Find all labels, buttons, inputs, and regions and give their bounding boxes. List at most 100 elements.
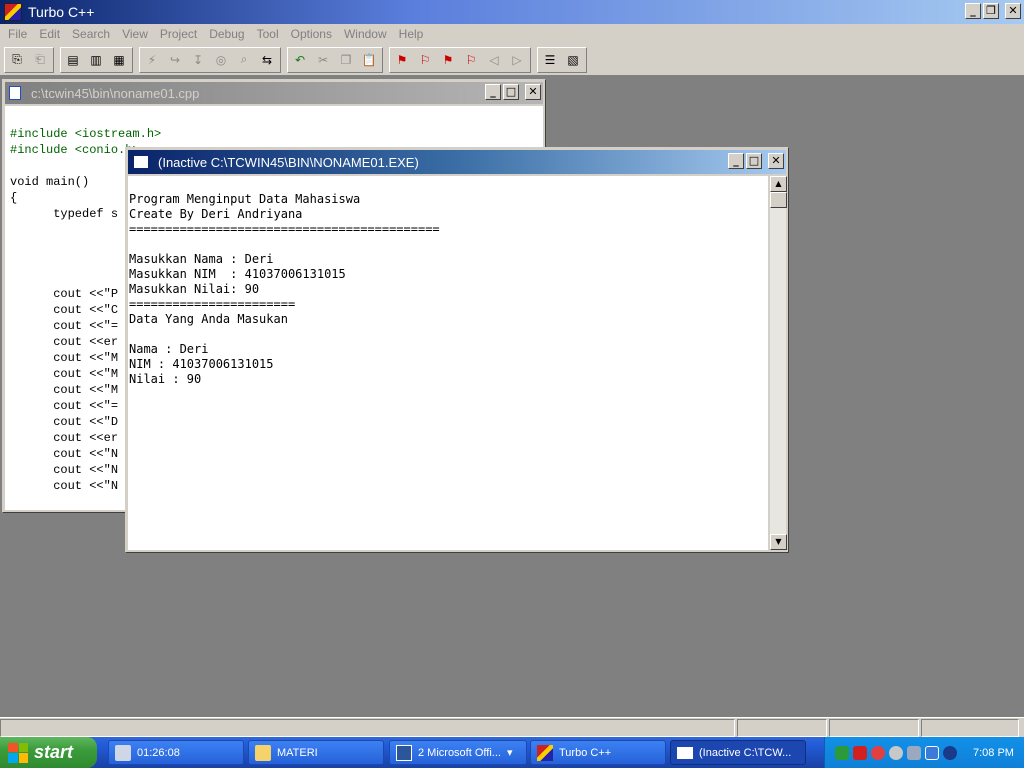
console-line: NIM : 41037006131015	[129, 357, 274, 371]
scroll-thumb[interactable]	[770, 192, 787, 208]
menu-tool[interactable]: Tool	[251, 27, 285, 41]
media-icon[interactable]	[943, 745, 957, 760]
chevron-down-icon: ▾	[506, 747, 513, 759]
console-line: Data Yang Anda Masukan	[129, 312, 288, 326]
editor-minimize-button[interactable]: _	[485, 84, 501, 100]
clock-icon	[115, 744, 131, 761]
console-maximize-button[interactable]: □	[746, 153, 762, 169]
task-label: 2 Microsoft Offi...	[418, 746, 501, 759]
console-close-button[interactable]: ✕	[768, 153, 784, 169]
toolbar-debug-group: ⚡ ↪ ↧ ◎ ⌕ ⇆	[139, 46, 281, 73]
task-materi[interactable]: MATERI	[248, 740, 384, 765]
mdi-workspace: c:\tcwin45\bin\noname01.cpp _ □ ✕ #inclu…	[0, 77, 1024, 717]
toolbar-edit-group: ↶ ✂ ❐ 📋	[287, 46, 383, 73]
watch-icon[interactable]: ⇆	[256, 49, 278, 71]
console-minimize-button[interactable]: _	[728, 153, 744, 169]
word-icon	[396, 744, 412, 761]
menu-view[interactable]: View	[116, 27, 154, 41]
editor-close-button[interactable]: ✕	[525, 84, 541, 100]
task-label: 01:26:08	[137, 746, 180, 759]
trace-into-icon[interactable]: ↧	[187, 49, 209, 71]
menu-options[interactable]: Options	[285, 27, 338, 41]
start-button[interactable]: start	[0, 737, 97, 768]
start-label: start	[34, 742, 74, 762]
project-window-icon[interactable]: ▧	[562, 49, 584, 71]
editor-maximize-button[interactable]: □	[503, 84, 519, 100]
menu-help[interactable]: Help	[393, 27, 430, 41]
previous-icon[interactable]: ◁	[483, 49, 505, 71]
app-titlebar: Turbo C++ _ ❐ ✕	[0, 0, 1024, 24]
undo-icon[interactable]: ↶	[289, 49, 311, 71]
replace-icon[interactable]: ⚐	[414, 49, 436, 71]
system-tray: 7:08 PM	[824, 737, 1024, 768]
console-line: Masukkan Nilai: 90	[129, 282, 260, 296]
windows-logo-icon	[8, 742, 28, 763]
menu-project[interactable]: Project	[154, 27, 203, 41]
breakpoint-icon[interactable]: ◎	[210, 49, 232, 71]
search-again-icon[interactable]: ⚑	[437, 49, 459, 71]
save-project-icon[interactable]: ⎗	[29, 49, 51, 71]
status-pane	[737, 719, 827, 737]
console-line: ========================================…	[129, 222, 440, 236]
folder-icon	[255, 744, 271, 761]
cut-icon[interactable]: ✂	[312, 49, 334, 71]
menu-search[interactable]: Search	[66, 27, 116, 41]
console-vertical-scrollbar[interactable]: ▲ ▼	[769, 176, 787, 550]
console-title: (Inactive C:\TCWIN45\BIN\NONAME01.EXE)	[158, 154, 419, 170]
run-icon[interactable]: ⚡	[141, 49, 163, 71]
console-line: Program Menginput Data Mahasiswa	[129, 192, 361, 206]
console-output: Program Menginput Data Mahasiswa Create B…	[128, 176, 768, 550]
console-titlebar[interactable]: (Inactive C:\TCWIN45\BIN\NONAME01.EXE) _…	[128, 150, 786, 174]
inspect-icon[interactable]: ⌕	[233, 49, 255, 71]
toolbar-file-group: ⎘ ⎗	[4, 46, 54, 73]
console-line: Create By Deri Andriyana	[129, 207, 303, 221]
network-icon[interactable]	[835, 745, 849, 760]
menu-window[interactable]: Window	[338, 27, 393, 41]
shield-icon[interactable]	[871, 745, 885, 760]
toolbar-search-group: ⚑ ⚐ ⚑ ⚐ ◁ ▷	[389, 46, 531, 73]
open-project-icon[interactable]: ⎘	[6, 49, 28, 71]
turbo-cpp-app-icon[interactable]	[4, 3, 22, 21]
disc-icon[interactable]	[889, 745, 903, 760]
status-message-pane	[0, 719, 735, 737]
task-label: Turbo C++	[559, 746, 612, 759]
message-window-icon[interactable]: ☰	[539, 49, 561, 71]
next-icon[interactable]: ▷	[506, 49, 528, 71]
find-icon[interactable]: ⚑	[391, 49, 413, 71]
console-line: Nilai : 90	[129, 372, 202, 386]
build-all-icon[interactable]: ▦	[108, 49, 130, 71]
paste-icon[interactable]: 📋	[358, 49, 380, 71]
restore-button[interactable]: ❐	[983, 3, 999, 19]
console-line: Nama : Deri	[129, 342, 209, 356]
copy-icon[interactable]: ❐	[335, 49, 357, 71]
task-label: MATERI	[277, 746, 318, 759]
scroll-down-icon[interactable]: ▼	[770, 534, 787, 550]
console-window[interactable]: (Inactive C:\TCWIN45\BIN\NONAME01.EXE) _…	[125, 147, 789, 553]
task-microsoft-office[interactable]: 2 Microsoft Offi... ▾	[389, 740, 527, 765]
menu-debug[interactable]: Debug	[203, 27, 250, 41]
step-over-icon[interactable]: ↪	[164, 49, 186, 71]
antivirus-icon[interactable]	[853, 745, 867, 760]
status-bar	[0, 717, 1024, 737]
task-console[interactable]: (Inactive C:\TCW...	[670, 740, 806, 765]
monitor-icon[interactable]	[925, 745, 939, 760]
menu-file[interactable]: File	[2, 27, 33, 41]
make-icon[interactable]: ▥	[85, 49, 107, 71]
speaker-icon[interactable]	[907, 745, 921, 760]
editor-titlebar[interactable]: c:\tcwin45\bin\noname01.cpp _ □ ✕	[5, 82, 543, 104]
editor-window-controls: _ □ ✕	[485, 84, 541, 100]
toolbar: ⎘ ⎗ ▤ ▥ ▦ ⚡ ↪ ↧ ◎ ⌕ ⇆ ↶ ✂ ❐ 📋 ⚑ ⚐ ⚑ ⚐ ◁ …	[0, 44, 1024, 76]
close-button[interactable]: ✕	[1005, 3, 1021, 19]
menu-edit[interactable]: Edit	[33, 27, 66, 41]
task-timer[interactable]: 01:26:08	[108, 740, 244, 765]
status-pane	[921, 719, 1019, 737]
compile-icon[interactable]: ▤	[62, 49, 84, 71]
app-window-controls: _ ❐ ✕	[965, 3, 1021, 19]
turbo-icon	[537, 744, 553, 761]
task-turbo-cpp[interactable]: Turbo C++	[530, 740, 666, 765]
minimize-button[interactable]: _	[965, 3, 981, 19]
scroll-up-icon[interactable]: ▲	[770, 176, 787, 192]
console-line: Masukkan Nama : Deri	[129, 252, 274, 266]
browse-icon[interactable]: ⚐	[460, 49, 482, 71]
